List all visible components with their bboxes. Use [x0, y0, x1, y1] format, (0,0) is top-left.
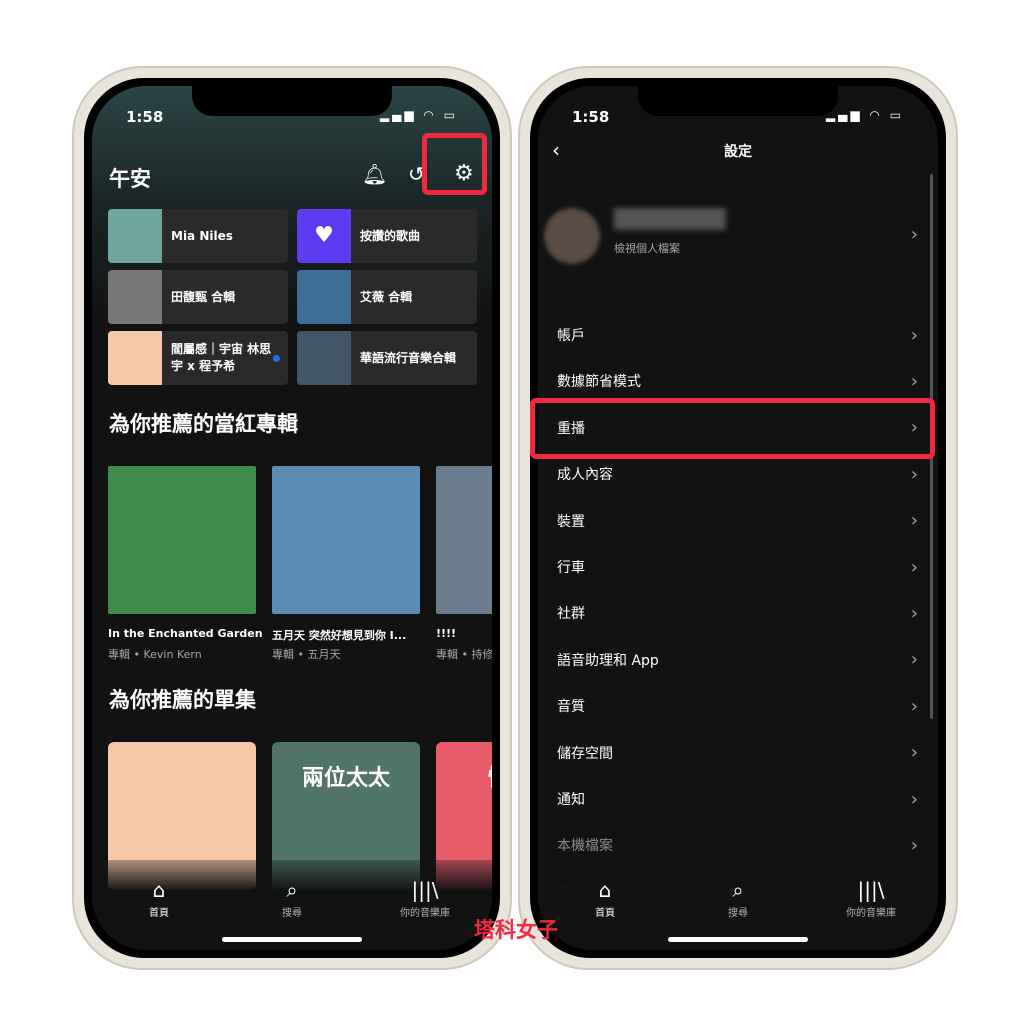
profile-link[interactable]: 檢視個人檔案	[614, 240, 680, 256]
page-title: 設定	[724, 144, 752, 160]
settings-item[interactable]: 裝置 ›	[557, 501, 918, 541]
chevron-right-icon: ›	[910, 324, 918, 346]
status-icons: ▂▄▆ ◠ ▭	[379, 108, 458, 122]
shortcut-tile[interactable]: 閻屬感｜宇宙 林思宇 x 程予希	[108, 331, 288, 385]
chevron-right-icon: ›	[910, 370, 918, 392]
highlight-box	[422, 133, 487, 195]
cover-art	[108, 270, 162, 324]
chevron-right-icon: ›	[910, 834, 918, 856]
chevron-right-icon: ›	[910, 556, 918, 578]
status-icons: ▂▄▆ ◠ ▭	[825, 108, 904, 122]
chevron-right-icon: ›	[910, 224, 918, 245]
avatar[interactable]	[544, 208, 600, 264]
cover-art	[297, 331, 351, 385]
cover-art: ♥	[297, 209, 351, 263]
settings-item[interactable]: 行車 ›	[557, 547, 918, 587]
greeting: 午安	[109, 167, 151, 191]
cover-art	[297, 270, 351, 324]
home-indicator	[222, 937, 362, 942]
album-cover[interactable]	[108, 466, 256, 614]
search-icon: ⌕	[286, 878, 298, 902]
new-dot	[273, 354, 280, 362]
status-time: 1:58	[126, 108, 164, 126]
status-time: 1:58	[572, 108, 610, 126]
section-title: 為你推薦的單集	[109, 688, 256, 712]
phone-home: 1:58 ▂▄▆ ◠ ▭ 午安 🔔︎ ↺ ⚙ Mia Niles ♥ 按讚的歌曲 田馥…	[72, 66, 512, 970]
home-indicator	[668, 937, 808, 942]
album-subtitle: 專輯 • 持修	[436, 648, 492, 661]
album-title: !!!!	[436, 627, 457, 640]
album-cover[interactable]	[272, 466, 420, 614]
home-screen: 1:58 ▂▄▆ ◠ ▭ 午安 🔔︎ ↺ ⚙ Mia Niles ♥ 按讚的歌曲 田馥…	[92, 86, 492, 950]
nav-search[interactable]: ⌕ 搜尋	[247, 878, 337, 919]
shortcut-tile[interactable]: Mia Niles	[108, 209, 288, 263]
settings-item[interactable]: 音質 ›	[557, 686, 918, 726]
chevron-right-icon: ›	[910, 788, 918, 810]
chevron-right-icon: ›	[910, 742, 918, 764]
settings-item[interactable]: 數據節省模式 ›	[557, 361, 918, 401]
settings-item[interactable]: 通知 ›	[557, 779, 918, 819]
section-title: 為你推薦的當紅專輯	[109, 412, 298, 436]
shortcut-tile[interactable]: 華語流行音樂合輯	[297, 331, 477, 385]
profile-name	[614, 208, 726, 230]
album-subtitle: 專輯 • 五月天	[272, 648, 341, 661]
home-icon: ⌂	[152, 878, 166, 902]
phone-settings: 1:58 ▂▄▆ ◠ ▭ ‹ 設定 檢視個人檔案 › 帳戶 › 數據節省模式 › 重播 ›…	[518, 66, 958, 970]
nav-search[interactable]: ⌕ 搜尋	[693, 878, 783, 919]
cover-art	[108, 209, 162, 263]
nav-home[interactable]: ⌂ 首頁	[560, 878, 650, 919]
settings-item[interactable]: 語音助理和 App ›	[557, 640, 918, 680]
nav-library[interactable]: |||\ 你的音樂庫	[826, 878, 916, 919]
home-icon: ⌂	[598, 878, 612, 902]
chevron-right-icon: ›	[910, 695, 918, 717]
album-cover[interactable]	[436, 466, 492, 614]
settings-item[interactable]: 帳戶 ›	[557, 315, 918, 355]
settings-item[interactable]: 儲存空間 ›	[557, 733, 918, 773]
settings-item[interactable]: 成人內容 ›	[557, 454, 918, 494]
album-title: In the Enchanted Garden	[108, 627, 263, 640]
shortcut-tile[interactable]: ♥ 按讚的歌曲	[297, 209, 477, 263]
settings-screen: 1:58 ▂▄▆ ◠ ▭ ‹ 設定 檢視個人檔案 › 帳戶 › 數據節省模式 › 重播 ›…	[538, 86, 938, 950]
nav-home[interactable]: ⌂ 首頁	[114, 878, 204, 919]
watermark: 塔科女子	[474, 918, 558, 942]
chevron-right-icon: ›	[910, 649, 918, 671]
cover-art	[108, 331, 162, 385]
shortcut-tile[interactable]: 田馥甄 合輯	[108, 270, 288, 324]
search-icon: ⌕	[732, 878, 744, 902]
chevron-right-icon: ›	[910, 463, 918, 485]
library-icon: |||\	[857, 878, 885, 902]
chevron-right-icon: ›	[910, 602, 918, 624]
album-subtitle: 專輯 • Kevin Kern	[108, 648, 202, 661]
album-title: 五月天 突然好想見到你 I...	[272, 629, 407, 642]
library-icon: |||\	[411, 878, 439, 902]
settings-item[interactable]: 社群 ›	[557, 593, 918, 633]
heart-icon: ♥	[314, 223, 334, 248]
nav-library[interactable]: |||\ 你的音樂庫	[380, 878, 470, 919]
highlight-box	[530, 398, 935, 459]
bell-icon[interactable]: 🔔︎	[362, 162, 387, 186]
chevron-right-icon: ›	[910, 510, 918, 532]
shortcut-tile[interactable]: 艾薇 合輯	[297, 270, 477, 324]
